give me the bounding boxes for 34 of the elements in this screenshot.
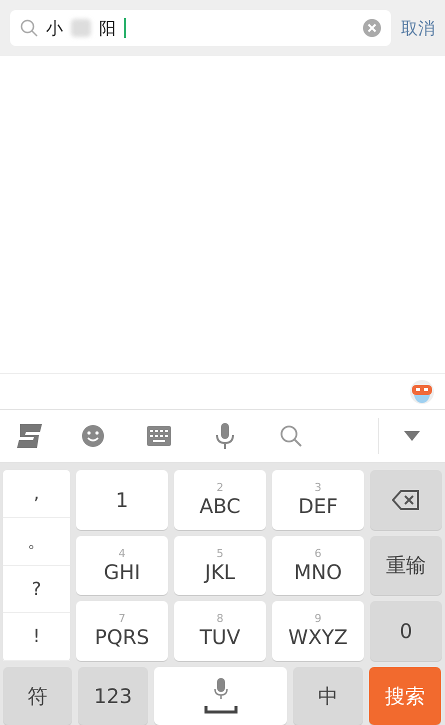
punctuation-key[interactable]: ! [3, 613, 70, 662]
emoji-icon[interactable] [81, 424, 105, 448]
keyboard-key[interactable]: 重输 [370, 536, 442, 596]
punctuation-key[interactable]: ? [3, 566, 70, 614]
mascot-icon[interactable] [409, 378, 435, 404]
keyboard-icon[interactable] [147, 426, 171, 446]
keyboard-key[interactable]: 中 [293, 667, 363, 725]
punctuation-key[interactable]: , [3, 470, 70, 518]
keyboard-key[interactable]: 3 DEF [272, 470, 364, 530]
backspace-icon [392, 490, 420, 510]
keyboard-key[interactable]: 符 [3, 667, 72, 725]
keyboard-key[interactable]: 4 GHI [76, 536, 168, 596]
text-cursor [124, 18, 126, 38]
keyboard-key[interactable]: 5 JKL [174, 536, 266, 596]
keyboard-key[interactable]: 0 [370, 601, 442, 662]
microphone-icon[interactable] [215, 422, 235, 450]
search-icon[interactable] [279, 424, 303, 448]
keyboard-key[interactable]: 2 ABC [174, 470, 266, 530]
keyboard-key[interactable]: 9 WXYZ [272, 601, 364, 662]
space-key[interactable] [154, 667, 287, 725]
keyboard-key[interactable]: 1 [76, 470, 168, 530]
keyboard-key[interactable]: 7 PQRS [76, 601, 168, 662]
search-icon [20, 19, 38, 37]
clear-icon[interactable] [363, 19, 381, 37]
collapse-icon[interactable] [404, 431, 420, 441]
microphone-icon [204, 676, 238, 716]
keyboard-key[interactable]: 123 [78, 667, 148, 725]
punctuation-key[interactable]: 。 [3, 518, 70, 566]
cancel-button[interactable]: 取消 [401, 16, 435, 40]
keyboard-key[interactable]: 6 MNO [272, 536, 364, 596]
search-field[interactable]: 小 阳 [10, 10, 391, 46]
blur-patch [71, 19, 91, 37]
backspace-key[interactable] [370, 470, 442, 530]
keyboard-key[interactable]: 8 TUV [174, 601, 266, 662]
